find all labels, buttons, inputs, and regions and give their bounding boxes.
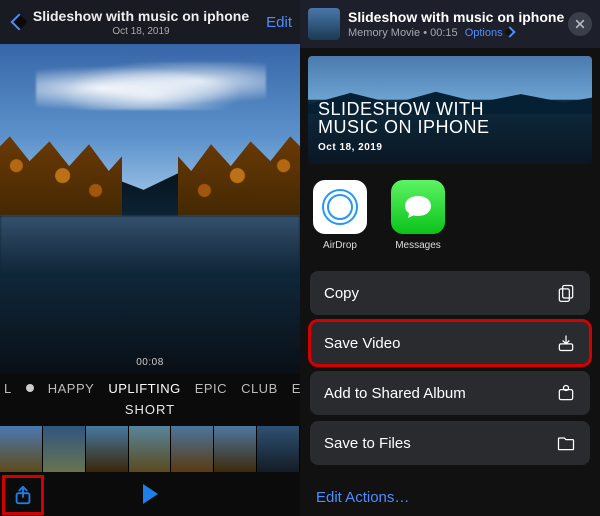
actions-list: Copy Save Video Add to Shared Album Save… xyxy=(300,271,600,473)
share-item-subtitle: Memory Movie • 00:15 Options xyxy=(348,27,568,39)
edit-button[interactable]: Edit xyxy=(252,14,292,31)
mood-item[interactable]: HAPPY xyxy=(48,381,95,396)
action-save-to-files[interactable]: Save to Files xyxy=(310,421,590,465)
share-target-messages[interactable]: Messages xyxy=(388,180,448,251)
action-add-shared-album[interactable]: Add to Shared Album xyxy=(310,371,590,415)
thumbnail[interactable] xyxy=(0,426,43,472)
share-sheet-header: Slideshow with music on iphone Memory Mo… xyxy=(300,0,600,48)
thumbnail[interactable] xyxy=(171,426,214,472)
close-button[interactable] xyxy=(568,12,592,36)
airdrop-icon xyxy=(313,180,367,234)
header-center: Slideshow with music on iphone Oct 18, 2… xyxy=(30,8,252,37)
share-item-title: Slideshow with music on iphone xyxy=(348,9,568,25)
play-icon xyxy=(143,484,158,504)
thumbnail[interactable] xyxy=(129,426,172,472)
mood-item[interactable]: L xyxy=(4,381,12,396)
close-icon xyxy=(575,19,585,29)
elapsed-time: 00:08 xyxy=(136,357,164,368)
left-footer xyxy=(0,472,300,516)
action-save-video[interactable]: Save Video xyxy=(310,321,590,365)
mood-item-active[interactable]: UPLIFTING xyxy=(108,381,180,396)
mood-item[interactable]: CLUB xyxy=(241,381,278,396)
messages-icon xyxy=(391,180,445,234)
share-icon xyxy=(12,484,34,506)
copy-icon xyxy=(556,283,576,303)
action-copy[interactable]: Copy xyxy=(310,271,590,315)
left-nav-bar: Slideshow with music on iphone Oct 18, 2… xyxy=(0,0,300,44)
thumbnail[interactable] xyxy=(214,426,257,472)
shared-album-icon xyxy=(556,383,576,403)
mood-picker[interactable]: L HAPPY UPLIFTING EPIC CLUB EX xyxy=(0,374,300,402)
thumbnail[interactable] xyxy=(257,426,300,472)
length-picker[interactable]: SHORT xyxy=(0,402,300,424)
preview-overlay-text: SLIDESHOW WITH MUSIC ON IPHONE Oct 18, 2… xyxy=(318,100,582,153)
chevron-left-icon xyxy=(11,14,28,31)
share-target-airdrop[interactable]: AirDrop xyxy=(310,180,370,251)
slideshow-preview[interactable]: 00:08 xyxy=(0,44,300,374)
mood-item[interactable]: EX xyxy=(292,381,300,396)
slideshow-title: Slideshow with music on iphone xyxy=(30,8,252,24)
options-button[interactable]: Options xyxy=(465,27,514,39)
slideshow-date: Oct 18, 2019 xyxy=(30,26,252,37)
thumbnail[interactable] xyxy=(86,426,129,472)
share-button[interactable] xyxy=(4,477,42,513)
share-sheet-pane: Slideshow with music on iphone Memory Mo… xyxy=(300,0,600,516)
play-button[interactable] xyxy=(143,484,158,504)
download-icon xyxy=(556,333,576,353)
back-button[interactable] xyxy=(8,16,30,28)
item-thumbnail xyxy=(308,8,340,40)
thumbnail[interactable] xyxy=(43,426,86,472)
length-label: SHORT xyxy=(125,402,175,417)
folder-icon xyxy=(556,433,576,453)
memory-preview-card[interactable]: SLIDESHOW WITH MUSIC ON IPHONE Oct 18, 2… xyxy=(308,56,592,164)
slideshow-editor-pane: Slideshow with music on iphone Oct 18, 2… xyxy=(0,0,300,516)
dot-icon xyxy=(26,384,34,392)
share-targets-row: AirDrop Messages xyxy=(300,180,600,251)
edit-actions-button[interactable]: Edit Actions… xyxy=(300,479,600,516)
thumbnail-strip[interactable] xyxy=(0,426,300,472)
chevron-right-icon xyxy=(504,26,515,37)
mood-item[interactable]: EPIC xyxy=(195,381,227,396)
